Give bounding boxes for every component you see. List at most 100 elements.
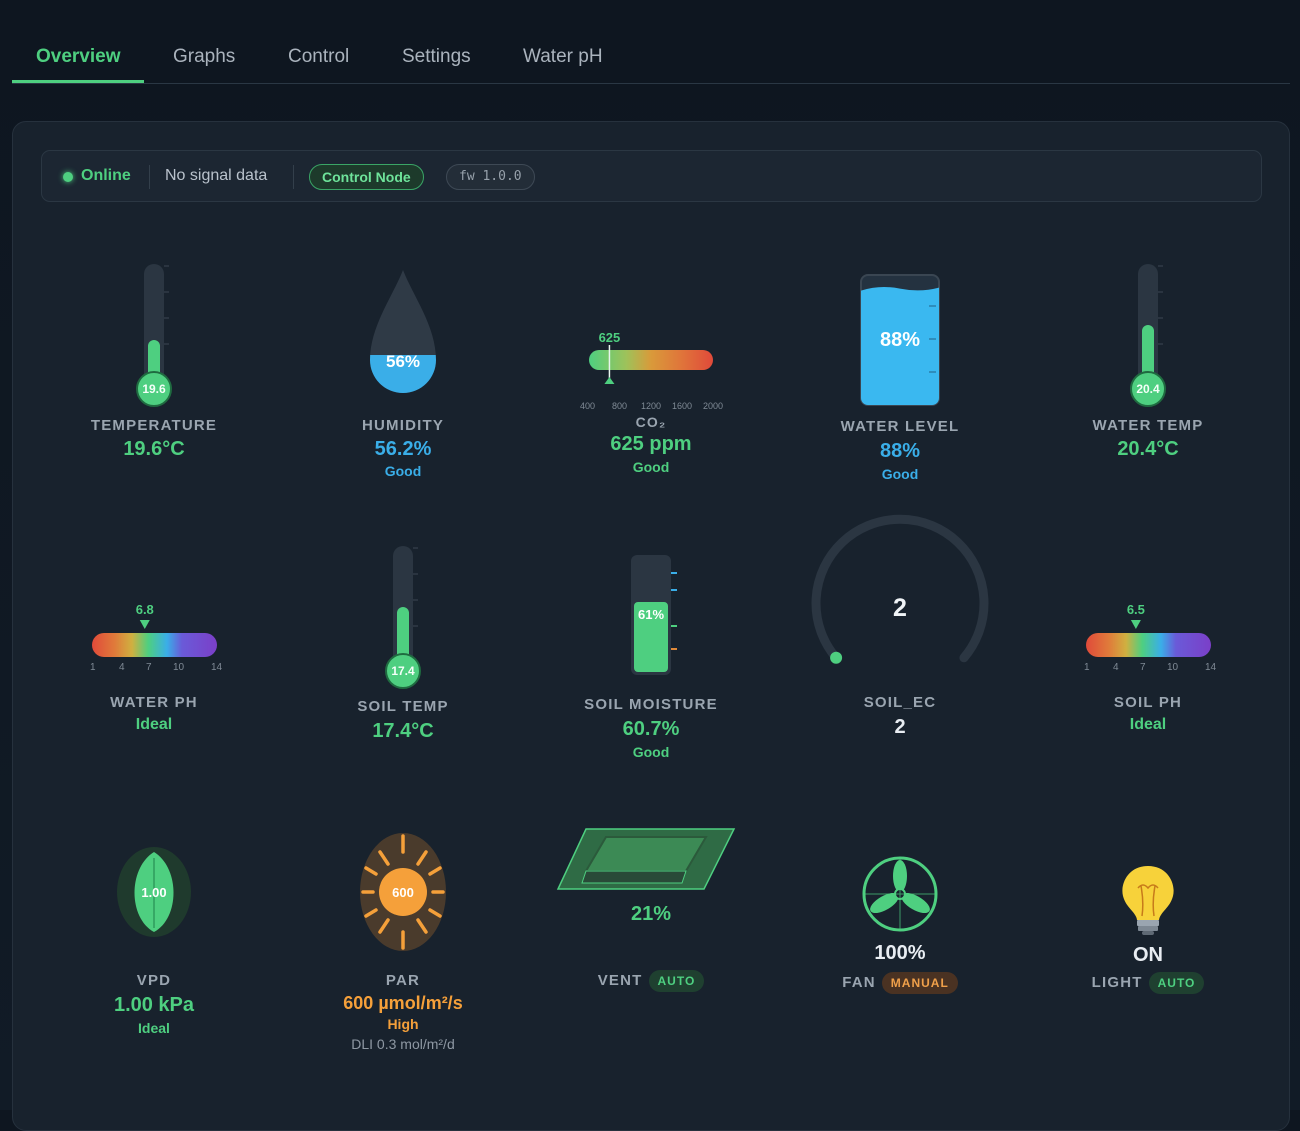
par-value: 600 µmol/m²/s (343, 993, 463, 1013)
tab-overview[interactable]: Overview (36, 46, 121, 68)
fan-mode-badge[interactable]: MANUAL (881, 972, 958, 994)
par-label: PAR (385, 972, 421, 989)
firmware-badge: fw 1.0.0 (446, 164, 535, 190)
water-ph-scale: 1 4 7 10 14 (84, 662, 224, 674)
vent-widget[interactable]: 21% VENT AUTO (556, 827, 746, 997)
status-bar: Online No signal data Control Node fw 1.… (41, 150, 1262, 202)
water-ph-widget[interactable]: 6.8 1 4 7 10 14 WATER PH Ideal (84, 600, 224, 740)
co2-status: Good (632, 459, 670, 475)
co2-marker-value: 625 (598, 330, 621, 345)
water-ph-status: Ideal (135, 716, 173, 733)
soil-ph-widget[interactable]: 6.5 1 4 7 10 14 SOIL PH Ideal (1078, 600, 1218, 740)
soil-ph-scale: 1 4 7 10 14 (1078, 662, 1218, 674)
ph-tick: 1 (1084, 662, 1090, 673)
light-caption: LIGHT AUTO (1078, 972, 1218, 994)
par-status: High (387, 1016, 419, 1032)
vpd-widget[interactable]: 1.00 VPD 1.00 kPa Ideal (84, 844, 224, 1044)
ph-tick: 14 (1205, 662, 1217, 673)
fan-icon (862, 856, 938, 932)
tab-water-ph[interactable]: Water pH (523, 46, 603, 68)
soil-ph-marker-value: 6.5 (1126, 602, 1145, 617)
soil-ec-widget[interactable]: 2 SOIL_EC 2 (800, 508, 1000, 748)
co2-widget[interactable]: 625 400 800 1200 1600 2000 CO₂ 625 ppm G… (576, 327, 726, 487)
vent-window-icon (556, 828, 736, 890)
temperature-widget[interactable]: 19.6 TEMPERATURE 19.6°C (84, 260, 224, 460)
co2-tick: 400 (580, 401, 596, 411)
soil-temp-label: SOIL TEMP (357, 698, 449, 715)
soil-temp-widget[interactable]: 17.4 SOIL TEMP 17.4°C (333, 542, 473, 752)
co2-tick: 2000 (703, 401, 724, 411)
active-tab-indicator (12, 80, 144, 83)
online-indicator-icon (63, 172, 73, 182)
soil-ec-gauge (811, 514, 989, 664)
fan-label: FAN (842, 974, 876, 991)
light-label: LIGHT (1091, 974, 1143, 991)
soil-ec-value: 2 (894, 716, 906, 738)
light-mode-badge[interactable]: AUTO (1148, 972, 1205, 994)
co2-scale: 400 800 1200 1600 2000 (576, 401, 726, 413)
water-temp-label: WATER TEMP (1092, 417, 1204, 434)
light-value: ON (1133, 944, 1163, 966)
humidity-value: 56.2% (374, 438, 432, 460)
vent-mode-badge[interactable]: AUTO (648, 970, 705, 992)
overview-panel: Online No signal data Control Node fw 1.… (12, 121, 1290, 1131)
co2-tick: 1600 (672, 401, 693, 411)
soil-ph-status: Ideal (1129, 716, 1167, 733)
light-widget[interactable]: ON LIGHT AUTO (1078, 862, 1218, 1007)
water-ph-marker-value: 6.8 (135, 602, 154, 617)
vpd-leaf-value: 1.00 (141, 885, 167, 900)
node-type-badge: Control Node (309, 164, 424, 190)
vpd-value: 1.00 kPa (113, 994, 195, 1016)
tab-control[interactable]: Control (288, 46, 349, 68)
vent-caption: VENT AUTO (556, 970, 746, 992)
par-dli: DLI 0.3 mol/m²/d (351, 1036, 455, 1052)
water-level-status: Good (881, 466, 919, 482)
co2-label: CO₂ (635, 414, 667, 430)
ph-tick: 4 (1113, 662, 1119, 673)
soil-moisture-bar-value: 61% (637, 607, 665, 622)
soil-temp-value: 17.4°C (372, 720, 434, 742)
divider (149, 165, 150, 189)
soil-moisture-status: Good (632, 744, 670, 760)
tab-bar: Overview Graphs Control Settings Water p… (12, 34, 1290, 84)
ph-tick: 1 (90, 662, 96, 673)
soil-moisture-value: 60.7% (622, 718, 680, 740)
ph-tick: 7 (1140, 662, 1146, 673)
temperature-label: TEMPERATURE (90, 417, 218, 434)
par-sun-value: 600 (392, 885, 414, 900)
fan-widget[interactable]: 100% FAN MANUAL (825, 855, 975, 1005)
ph-tick: 14 (211, 662, 223, 673)
fan-value: 100% (874, 942, 926, 964)
co2-value: 625 ppm (610, 433, 692, 455)
water-level-label: WATER LEVEL (840, 418, 960, 435)
soil-ec-label: SOIL_EC (863, 694, 937, 711)
humidity-label: HUMIDITY (361, 417, 445, 434)
divider (293, 165, 294, 189)
ph-tick: 10 (1167, 662, 1179, 673)
tab-settings[interactable]: Settings (402, 46, 471, 68)
tab-graphs[interactable]: Graphs (173, 46, 235, 68)
soil-moisture-widget[interactable]: 61% SOIL MOISTURE 60.7% Good (571, 553, 731, 773)
water-temp-value: 20.4°C (1117, 438, 1179, 460)
water-level-widget[interactable]: 88% WATER LEVEL 88% Good (830, 272, 970, 492)
temperature-bulb-value: 19.6 (142, 382, 166, 396)
par-widget[interactable]: 600 PAR 600 µmol/m²/s High DLI 0.3 mol/m… (318, 830, 488, 1062)
vent-value: 21% (630, 903, 672, 925)
soil-ec-gauge-value: 2 (893, 594, 907, 622)
soil-moisture-label: SOIL MOISTURE (584, 696, 718, 713)
ph-tick: 10 (173, 662, 185, 673)
water-temp-widget[interactable]: 20.4 WATER TEMP 20.4°C (1078, 260, 1218, 460)
water-level-value: 88% (879, 440, 921, 462)
water-drop-icon (370, 270, 436, 393)
vpd-status: Ideal (138, 1020, 170, 1036)
humidity-widget[interactable]: 56% HUMIDITY 56.2% Good (333, 266, 473, 486)
signal-status: No signal data (165, 167, 268, 184)
vpd-label: VPD (136, 972, 172, 989)
soil-ph-label: SOIL PH (1113, 694, 1183, 711)
water-ph-label: WATER PH (110, 694, 198, 711)
co2-tick: 800 (612, 401, 628, 411)
water-temp-bulb-value: 20.4 (1136, 382, 1160, 396)
ph-tick: 4 (119, 662, 125, 673)
humidity-status: Good (384, 463, 422, 479)
fan-caption: FAN MANUAL (825, 972, 975, 994)
